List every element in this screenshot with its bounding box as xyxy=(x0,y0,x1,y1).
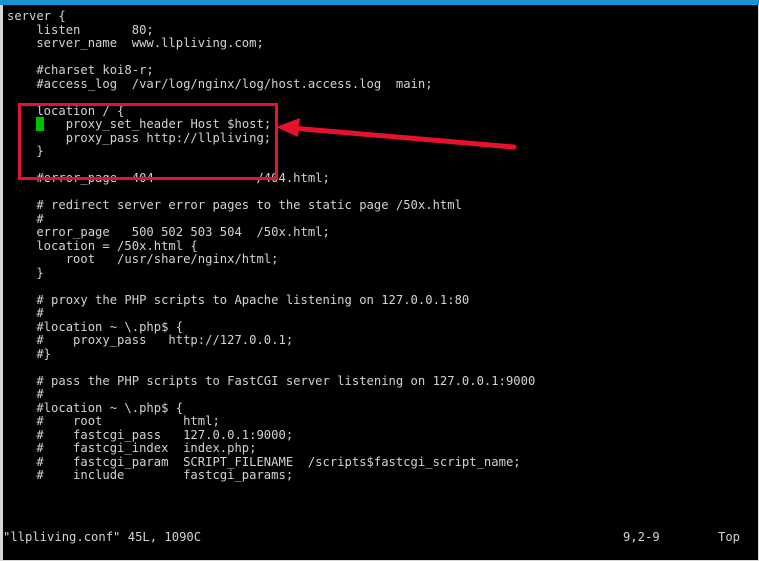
window-border-left xyxy=(0,5,3,561)
editor-line[interactable]: root /usr/share/nginx/html; xyxy=(7,253,279,267)
editor-line[interactable]: #location ~ \.php$ { xyxy=(7,402,183,416)
editor-line[interactable]: #access_log /var/log/nginx/log/host.acce… xyxy=(7,78,433,92)
vim-editor-buffer[interactable]: server { listen 80; server_name www.llpl… xyxy=(4,5,758,560)
editor-line[interactable]: proxy_set_header Host $host; xyxy=(7,118,271,132)
editor-line[interactable]: # xyxy=(7,213,44,227)
editor-line[interactable]: # proxy_pass http://127.0.0.1; xyxy=(7,334,293,348)
editor-line[interactable]: } xyxy=(7,145,44,159)
editor-line[interactable]: server_name www.llpliving.com; xyxy=(7,37,264,51)
editor-line[interactable]: # fastcgi_param SCRIPT_FILENAME /scripts… xyxy=(7,456,521,470)
terminal-window: server { listen 80; server_name www.llpl… xyxy=(0,0,759,561)
editor-line[interactable]: #charset koi8-r; xyxy=(7,64,154,78)
editor-line[interactable]: # pass the PHP scripts to FastCGI server… xyxy=(7,375,535,389)
editor-line[interactable]: location / { xyxy=(7,105,124,119)
vim-ruler-scroll-indicator: Top xyxy=(718,531,740,545)
editor-line[interactable]: # fastcgi_pass 127.0.0.1:9000; xyxy=(7,429,293,443)
editor-line[interactable]: #error_page 404 /404.html; xyxy=(7,172,330,186)
editor-line[interactable]: location = /50x.html { xyxy=(7,240,198,254)
editor-line[interactable]: # proxy the PHP scripts to Apache listen… xyxy=(7,294,469,308)
editor-line-text xyxy=(7,117,36,131)
editor-line[interactable]: # include fastcgi_params; xyxy=(7,469,293,483)
editor-line-text: proxy_set_header Host $host; xyxy=(44,117,271,131)
editor-line[interactable]: listen 80; xyxy=(7,24,154,38)
editor-line[interactable]: # root html; xyxy=(7,415,220,429)
editor-line[interactable]: error_page 500 502 503 504 /50x.html; xyxy=(7,226,330,240)
editor-line[interactable]: # xyxy=(7,307,44,321)
vim-ruler-position: 9,2-9 xyxy=(623,531,660,545)
editor-line[interactable]: #} xyxy=(7,348,51,362)
text-cursor xyxy=(36,117,43,131)
editor-line[interactable]: # xyxy=(7,388,44,402)
editor-line[interactable]: server { xyxy=(7,10,66,24)
editor-line[interactable]: # redirect server error pages to the sta… xyxy=(7,199,462,213)
editor-line[interactable]: #location ~ \.php$ { xyxy=(7,321,183,335)
editor-line[interactable]: proxy_pass http://llpliving; xyxy=(7,132,271,146)
editor-line[interactable]: } xyxy=(7,267,44,281)
editor-line[interactable]: # fastcgi_index index.php; xyxy=(7,442,256,456)
